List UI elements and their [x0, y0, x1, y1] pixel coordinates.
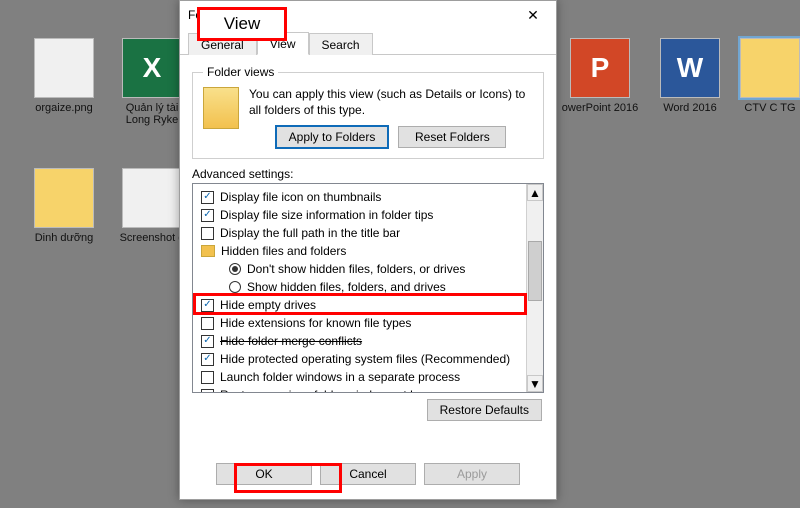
dialog-title: Folder Options: [188, 8, 514, 22]
image-icon: [122, 168, 182, 228]
group-legend: Folder views: [203, 65, 278, 79]
desktop-item-selected[interactable]: CTV C TG: [740, 38, 800, 114]
folder-icon: [201, 245, 215, 257]
radio[interactable]: [229, 263, 241, 275]
tab-general[interactable]: General: [188, 33, 257, 55]
tree-row-label: Hide extensions for known file types: [220, 314, 411, 332]
tab-view[interactable]: View: [257, 32, 309, 55]
folder-views-icon: [203, 87, 239, 129]
desktop-item-label: Word 2016: [650, 102, 730, 114]
tree-row[interactable]: ✓ Display file icon on thumbnails: [199, 188, 522, 206]
desktop-item-label: orgaize.png: [24, 102, 104, 114]
checkbox[interactable]: ✓: [201, 299, 214, 312]
advanced-settings-label: Advanced settings:: [192, 167, 544, 181]
checkbox[interactable]: ✓: [201, 353, 214, 366]
checkbox[interactable]: ✓: [201, 209, 214, 222]
checkbox[interactable]: [201, 317, 214, 330]
desktop-item-label: Dinh dưỡng: [24, 232, 104, 244]
cancel-button[interactable]: Cancel: [320, 463, 416, 485]
tree-row[interactable]: ✓ Hide folder merge conflicts: [199, 332, 522, 350]
desktop-item[interactable]: orgaize.png: [24, 38, 104, 114]
desktop-item-label: owerPoint 2016: [560, 102, 640, 114]
apply-button[interactable]: Apply: [424, 463, 520, 485]
tab-label: General: [201, 38, 244, 52]
tab-label: View: [270, 37, 296, 51]
tree-row[interactable]: Hidden files and folders: [199, 242, 522, 260]
folder-icon: [740, 38, 800, 98]
desktop-item[interactable]: P owerPoint 2016: [560, 38, 640, 114]
tree-row-label: Hide empty drives: [220, 296, 316, 314]
tab-search[interactable]: Search: [309, 33, 373, 55]
tree-row[interactable]: Display the full path in the title bar: [199, 224, 522, 242]
folder-options-dialog: Folder Options ✕ General View Search Fol…: [179, 0, 557, 500]
tree-row-label: Launch folder windows in a separate proc…: [220, 368, 460, 386]
dialog-content: Folder views You can apply this view (su…: [180, 55, 556, 451]
folder-views-text: You can apply this view (such as Details…: [249, 87, 533, 118]
ok-button[interactable]: OK: [216, 463, 312, 485]
tree-row-label: Hidden files and folders: [221, 242, 346, 260]
tree-row-label: Display file size information in folder …: [220, 206, 433, 224]
checkbox[interactable]: [201, 227, 214, 240]
tree-row[interactable]: ✓ Hide protected operating system files (…: [199, 350, 522, 368]
desktop-item-label: CTV C TG: [740, 102, 800, 114]
folder-views-group: Folder views You can apply this view (su…: [192, 65, 544, 159]
tree-row[interactable]: Launch folder windows in a separate proc…: [199, 368, 522, 386]
tree-row[interactable]: Don't show hidden files, folders, or dri…: [199, 260, 522, 278]
tree-row-label: Hide protected operating system files (R…: [220, 350, 510, 368]
checkbox[interactable]: ✓: [201, 191, 214, 204]
titlebar[interactable]: Folder Options ✕: [180, 1, 556, 29]
close-icon: ✕: [527, 7, 539, 24]
tree-list[interactable]: ✓ Display file icon on thumbnails ✓ Display…: [193, 184, 526, 392]
checkbox[interactable]: [201, 389, 214, 393]
word-icon: W: [660, 38, 720, 98]
scroll-up-button[interactable]: ▲: [527, 184, 543, 201]
apply-to-folders-button[interactable]: Apply to Folders: [276, 126, 389, 148]
tree-row-label: Display file icon on thumbnails: [220, 188, 381, 206]
tree-row-label: Don't show hidden files, folders, or dri…: [247, 260, 465, 278]
scrollbar: ▲ ▼: [526, 184, 543, 392]
tree-row[interactable]: Restore previous folder windows at logon: [199, 386, 522, 392]
tree-row-label: Show hidden files, folders, and drives: [247, 278, 446, 296]
tree-row[interactable]: Show hidden files, folders, and drives: [199, 278, 522, 296]
tab-label: Search: [322, 38, 360, 52]
checkbox[interactable]: ✓: [201, 335, 214, 348]
scroll-thumb[interactable]: [528, 241, 542, 301]
tree-row-label: Restore previous folder windows at logon: [220, 386, 439, 392]
desktop-item[interactable]: W Word 2016: [650, 38, 730, 114]
image-icon: [34, 38, 94, 98]
desktop-item[interactable]: Dinh dưỡng: [24, 168, 104, 244]
scroll-down-button[interactable]: ▼: [527, 375, 543, 392]
radio[interactable]: [229, 281, 241, 293]
folder-icon: [34, 168, 94, 228]
tree-row[interactable]: ✓ Display file size information in folder…: [199, 206, 522, 224]
tree-row[interactable]: Hide extensions for known file types: [199, 314, 522, 332]
tree-row-label: Display the full path in the title bar: [220, 224, 400, 242]
powerpoint-icon: P: [570, 38, 630, 98]
advanced-settings-tree: ✓ Display file icon on thumbnails ✓ Display…: [192, 183, 544, 393]
checkbox[interactable]: [201, 371, 214, 384]
excel-icon: X: [122, 38, 182, 98]
scroll-track[interactable]: [527, 201, 543, 375]
tree-row[interactable]: ✓ Hide empty drives: [199, 296, 522, 314]
tab-strip: General View Search: [180, 29, 556, 55]
restore-defaults-button[interactable]: Restore Defaults: [427, 399, 542, 421]
close-button[interactable]: ✕: [514, 1, 552, 29]
reset-folders-button[interactable]: Reset Folders: [398, 126, 506, 148]
tree-row-label: Hide folder merge conflicts: [220, 332, 362, 350]
dialog-footer: OK Cancel Apply: [180, 451, 556, 499]
